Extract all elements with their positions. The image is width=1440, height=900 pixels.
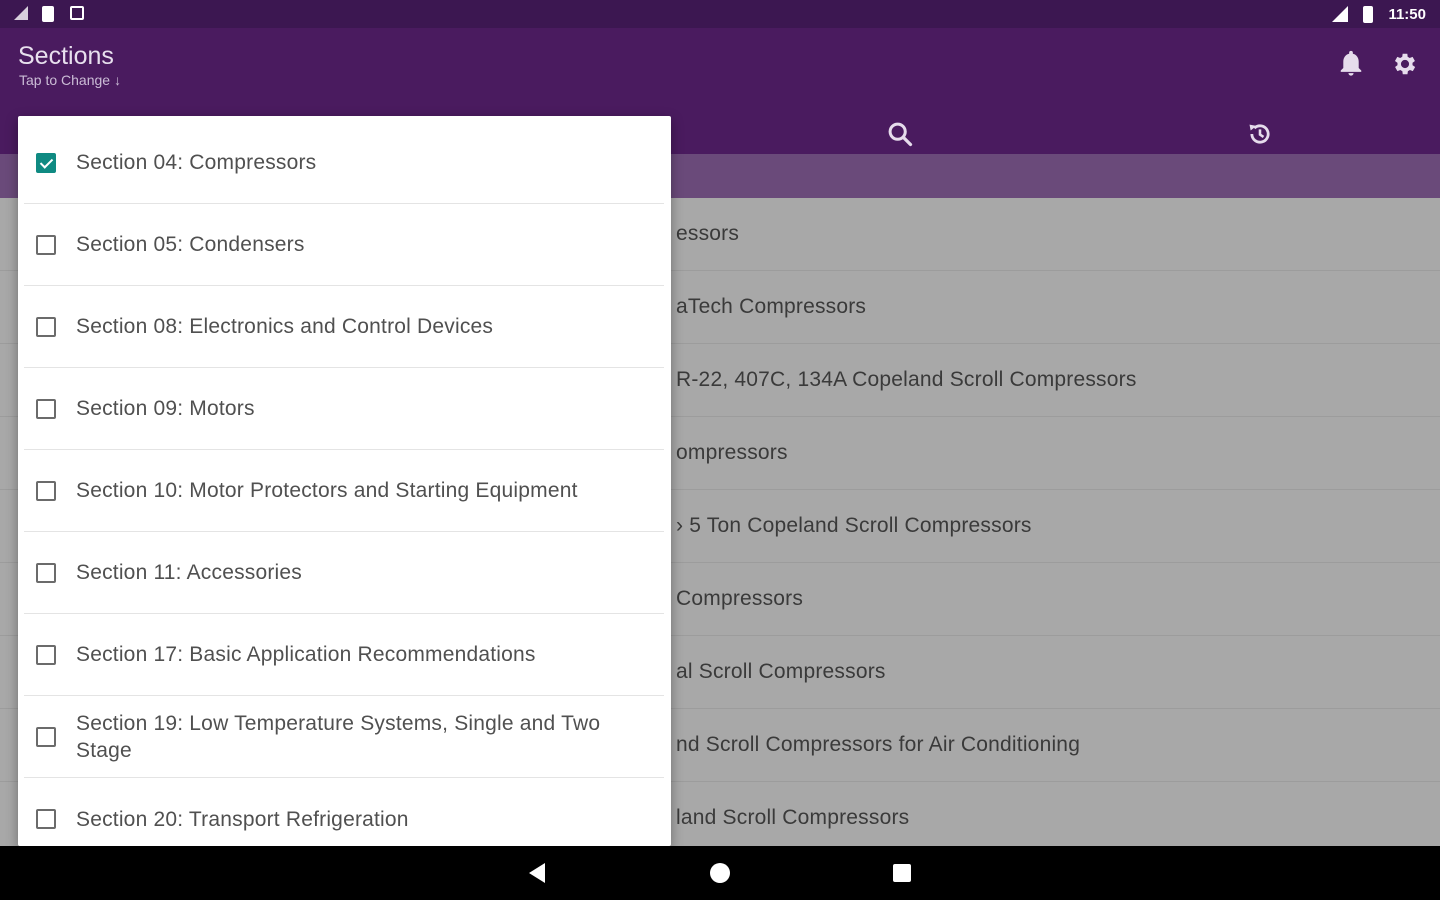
checkbox-checked-icon[interactable] bbox=[36, 152, 56, 173]
app-bar: Sections Tap to Change ↓ bbox=[0, 28, 1440, 114]
notification-icon bbox=[14, 6, 30, 22]
section-option-label: Section 17: Basic Application Recommenda… bbox=[76, 643, 536, 666]
section-selector[interactable]: Tap to Change ↓ bbox=[19, 72, 121, 88]
checkbox-icon[interactable] bbox=[36, 234, 56, 255]
checkbox-icon[interactable] bbox=[36, 726, 56, 747]
back-icon[interactable] bbox=[529, 863, 545, 883]
arrow-down-icon: ↓ bbox=[114, 72, 122, 88]
section-option-09[interactable]: Section 09: Motors bbox=[24, 368, 664, 450]
page-title[interactable]: Sections bbox=[18, 42, 114, 71]
section-option-19[interactable]: Section 19: Low Temperature Systems, Sin… bbox=[24, 696, 664, 778]
tab-search[interactable] bbox=[720, 114, 1080, 154]
sections-menu: Section 04: Compressors Section 05: Cond… bbox=[18, 116, 671, 846]
section-option-label: Section 20: Transport Refrigeration bbox=[76, 807, 409, 831]
clipboard-icon bbox=[42, 6, 58, 22]
checkbox-icon[interactable] bbox=[36, 316, 56, 337]
section-option-label: Section 09: Motors bbox=[76, 397, 255, 420]
section-option-17[interactable]: Section 17: Basic Application Recommenda… bbox=[24, 614, 664, 696]
tab-history[interactable] bbox=[1080, 114, 1440, 154]
section-option-11[interactable]: Section 11: Accessories bbox=[24, 532, 664, 614]
history-icon bbox=[1249, 124, 1270, 144]
status-bar: 11:50 bbox=[0, 0, 1440, 28]
checkbox-icon[interactable] bbox=[36, 562, 56, 583]
section-option-08[interactable]: Section 08: Electronics and Control Devi… bbox=[24, 286, 664, 368]
checkbox-icon[interactable] bbox=[36, 644, 56, 665]
home-icon[interactable] bbox=[710, 863, 730, 883]
clock: 11:50 bbox=[1388, 5, 1426, 23]
battery-icon bbox=[1360, 6, 1376, 23]
section-option-label: Section 04: Compressors bbox=[76, 151, 317, 174]
section-option-label: Section 19: Low Temperature Systems, Sin… bbox=[76, 711, 601, 762]
section-option-04[interactable]: Section 04: Compressors bbox=[24, 122, 664, 204]
gear-icon[interactable] bbox=[1391, 50, 1419, 78]
section-option-label: Section 10: Motor Protectors and Startin… bbox=[76, 479, 578, 502]
section-option-label: Section 05: Condensers bbox=[76, 233, 305, 256]
section-option-10[interactable]: Section 10: Motor Protectors and Startin… bbox=[24, 450, 664, 532]
status-left bbox=[14, 6, 86, 22]
recents-icon[interactable] bbox=[893, 864, 911, 882]
checkbox-icon[interactable] bbox=[36, 398, 56, 419]
status-right: 11:50 bbox=[1332, 6, 1426, 23]
signal-icon bbox=[1332, 6, 1349, 22]
section-option-label: Section 11: Accessories bbox=[76, 561, 302, 584]
search-icon bbox=[888, 122, 913, 147]
checkbox-icon[interactable] bbox=[36, 809, 56, 829]
app-notification-icon bbox=[70, 6, 86, 22]
section-option-05[interactable]: Section 05: Condensers bbox=[24, 204, 664, 286]
bell-icon[interactable] bbox=[1337, 50, 1365, 78]
section-selector-label: Tap to Change bbox=[19, 72, 111, 88]
section-option-label: Section 08: Electronics and Control Devi… bbox=[76, 315, 494, 338]
checkbox-icon[interactable] bbox=[36, 480, 56, 501]
system-nav-bar bbox=[0, 846, 1440, 900]
section-option-20[interactable]: Section 20: Transport Refrigeration bbox=[24, 778, 664, 846]
